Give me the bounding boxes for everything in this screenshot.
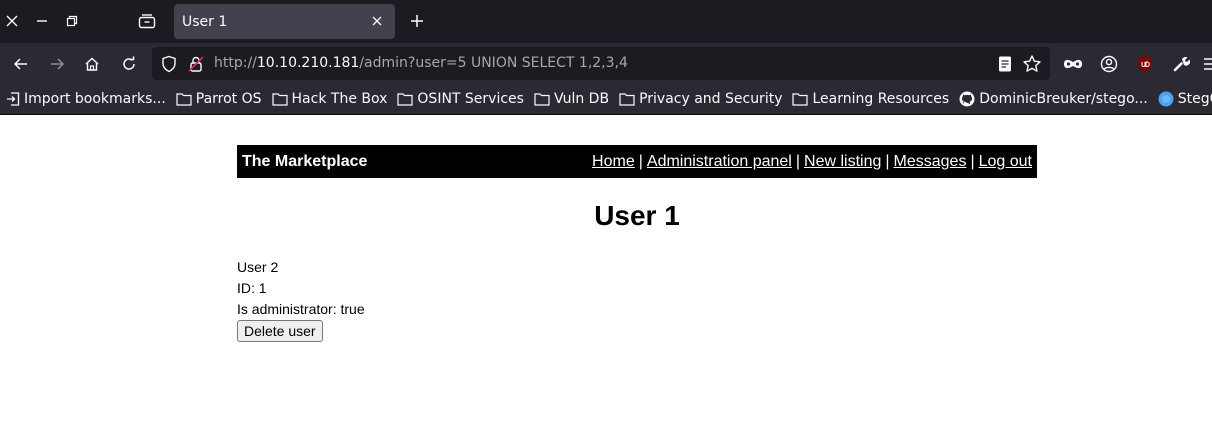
url-host: 10.10.210.181: [256, 55, 360, 71]
bookmark-folder-privacy-security[interactable]: Privacy and Security: [615, 87, 786, 111]
site-nav: Home | Administration panel | New listing | Me…: [592, 153, 1032, 171]
folder-icon: [534, 93, 550, 106]
restore-window-icon[interactable]: [61, 10, 83, 32]
url-path: /admin?user=5 UNION SELECT 1,2,3,4: [359, 55, 628, 71]
bookmark-label: Privacy and Security: [639, 91, 783, 107]
private-mask-icon[interactable]: [1061, 52, 1085, 76]
username-text: User 2: [237, 259, 279, 275]
user-info: User 2 ID: 1 Is administrator: true Dele…: [237, 257, 365, 342]
bookmark-import[interactable]: Import bookmarks...: [2, 87, 170, 111]
folder-icon: [271, 93, 288, 106]
browser-navbar: http://10.10.210.181/admin?user=5 UNION …: [0, 43, 1212, 84]
home-icon[interactable]: [80, 52, 104, 76]
tab-active[interactable]: User 1: [174, 4, 395, 39]
url-text[interactable]: http://10.10.210.181/admin?user=5 UNION …: [214, 55, 628, 71]
menu-icon[interactable]: [1199, 52, 1212, 76]
bookmark-stegonline[interactable]: StegOnline: [1154, 87, 1212, 111]
page-title: User 1: [594, 200, 680, 231]
page-content: The Marketplace Home | Administration pane…: [0, 116, 1212, 430]
import-icon: [7, 92, 20, 106]
bookmark-label: OSINT Services: [417, 91, 524, 107]
folder-icon: [397, 93, 414, 106]
site-brand: The Marketplace: [242, 152, 368, 170]
account-icon[interactable]: [1097, 52, 1121, 76]
minimize-window-icon[interactable]: [31, 10, 53, 32]
nav-separator: |: [638, 152, 643, 170]
nav-logout-link[interactable]: Log out: [979, 153, 1032, 170]
reader-view-icon[interactable]: [996, 55, 1014, 73]
bookmark-star-icon[interactable]: [1022, 54, 1042, 74]
folder-icon: [792, 93, 809, 106]
nav-separator: |: [795, 152, 801, 170]
bookmark-folder-hack-the-box[interactable]: Hack The Box: [268, 87, 392, 111]
bookmark-label: Parrot OS: [195, 91, 262, 107]
new-tab-icon[interactable]: [406, 10, 428, 32]
insecure-lock-icon[interactable]: [187, 55, 205, 73]
delete-user-button[interactable]: Delete user: [237, 320, 323, 342]
bookmark-folder-learning-resources[interactable]: Learning Resources: [788, 87, 953, 111]
bookmark-label: Import bookmarks...: [24, 91, 166, 107]
bookmark-label: Learning Resources: [812, 91, 950, 107]
globe-icon: [1158, 91, 1174, 107]
bookmark-folder-parrot-os[interactable]: Parrot OS: [172, 87, 266, 111]
tab-overview-icon[interactable]: [136, 10, 158, 32]
folder-icon: [619, 93, 635, 106]
close-window-icon[interactable]: [1, 10, 23, 32]
nav-separator: |: [970, 152, 975, 170]
nav-home-link[interactable]: Home: [592, 153, 635, 170]
tab-title: User 1: [182, 13, 228, 30]
url-bar[interactable]: http://10.10.210.181/admin?user=5 UNION …: [152, 47, 1050, 80]
wrench-icon[interactable]: [1169, 52, 1193, 76]
bookmark-folder-vuln-db[interactable]: Vuln DB: [530, 87, 613, 111]
tracking-shield-icon[interactable]: [160, 55, 178, 73]
admin-status-text: Is administrator: true: [237, 301, 365, 317]
bookmark-stego-github[interactable]: DominicBreuker/stego...: [955, 87, 1152, 111]
bookmark-label: Hack The Box: [291, 91, 388, 107]
site-header: The Marketplace Home | Administration pane…: [237, 145, 1037, 178]
nav-messages-link[interactable]: Messages: [894, 153, 967, 170]
reload-icon[interactable]: [117, 52, 141, 76]
bookmark-label: StegOnline: [1177, 91, 1212, 107]
bookmark-label: Vuln DB: [553, 91, 610, 107]
bookmark-label: DominicBreuker/stego...: [979, 91, 1148, 107]
github-icon: [959, 91, 975, 107]
bookmark-folder-osint-services[interactable]: OSINT Services: [393, 87, 528, 111]
nav-admin-panel-link[interactable]: Administration panel: [647, 153, 792, 170]
browser-titlebar: User 1: [0, 0, 1212, 43]
user-id-text: ID: 1: [237, 280, 267, 296]
ublock-origin-icon[interactable]: [1133, 52, 1157, 76]
url-scheme: http://: [214, 55, 257, 71]
folder-icon: [176, 93, 192, 106]
nav-new-listing-link[interactable]: New listing: [804, 153, 881, 170]
back-icon[interactable]: [9, 52, 33, 76]
tab-close-icon[interactable]: [367, 11, 387, 31]
forward-icon[interactable]: [45, 52, 69, 76]
nav-separator: |: [885, 152, 890, 170]
bookmarks-toolbar: Import bookmarks... Parrot OS Hack The B…: [0, 84, 1212, 115]
